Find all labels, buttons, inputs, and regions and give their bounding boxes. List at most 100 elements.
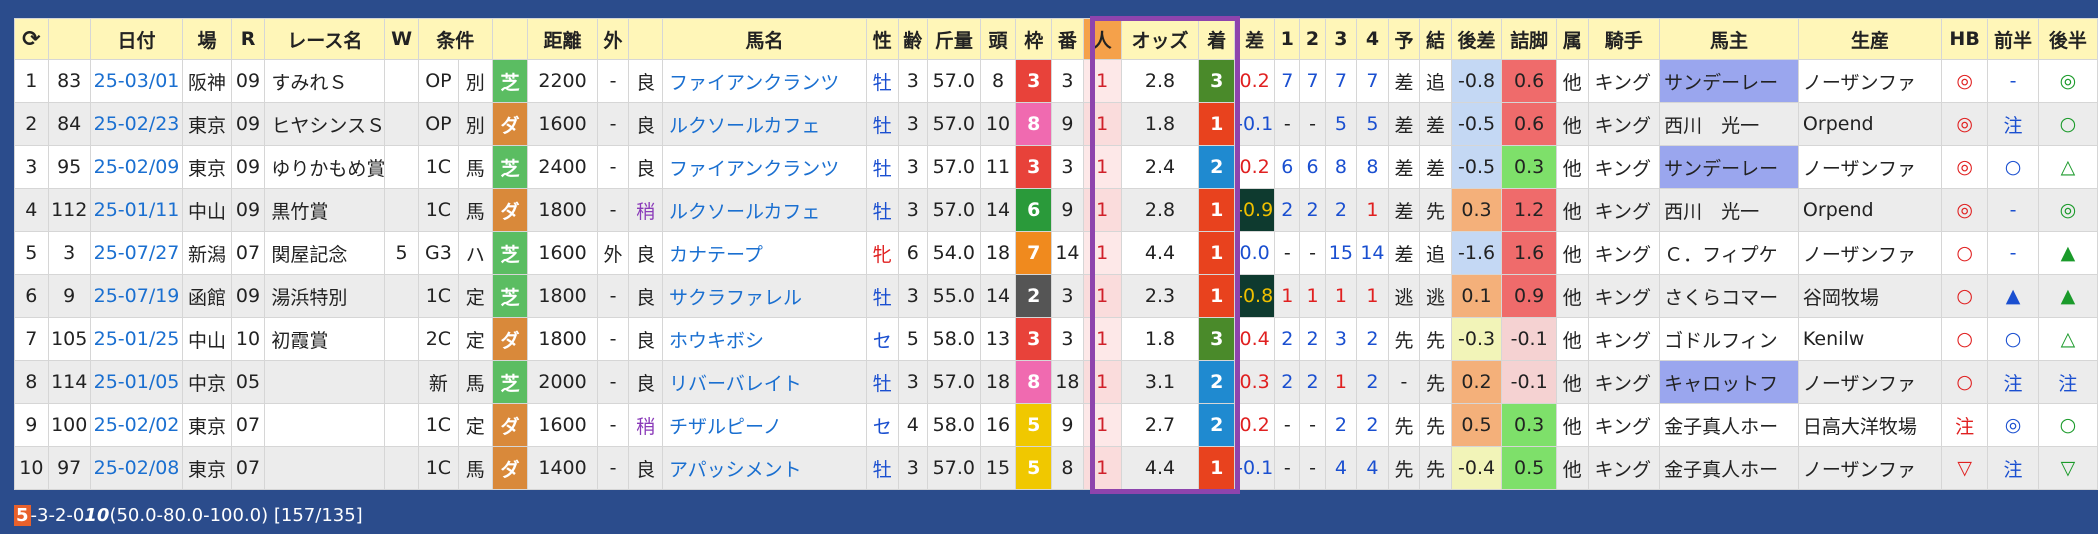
jockey[interactable]: キング bbox=[1587, 102, 1661, 146]
owner[interactable]: サンデーレー bbox=[1659, 145, 1799, 189]
owner[interactable]: 西川 光一 bbox=[1659, 102, 1799, 146]
col-second-half[interactable]: 後半 bbox=[2037, 18, 2098, 60]
col-heads[interactable]: 頭 bbox=[979, 18, 1017, 60]
col-corner-3[interactable]: 3 bbox=[1324, 18, 1358, 60]
col-corner-4[interactable]: 4 bbox=[1356, 18, 1389, 60]
table-row[interactable]: 3 95 25-02/09 東京 09 ゆりかもめ賞 1C 馬芝 2400- 良ファイアンクランツ… bbox=[14, 145, 2098, 189]
jockey[interactable]: キング bbox=[1587, 188, 1661, 232]
col-place[interactable]: 場 bbox=[182, 18, 232, 60]
owner[interactable]: 西川 光一 bbox=[1659, 188, 1799, 232]
race-date[interactable]: 25-02/08 bbox=[89, 446, 184, 490]
col-sex[interactable]: 性 bbox=[866, 18, 899, 60]
table-row[interactable]: 2 84 25-02/23 東京 09 ヒヤシンスＳ OP 別ダ 1600- 良ルクソールカフェ牡… bbox=[14, 102, 2098, 146]
col-popularity[interactable]: 人 bbox=[1082, 18, 1122, 60]
col-condition[interactable]: 条件 bbox=[417, 18, 493, 60]
owner[interactable]: Ｃ．フィプケ bbox=[1659, 231, 1799, 275]
table-row[interactable]: 7 105 25-01/25 中山 10 初霞賞 2C 定ダ 1800- 良ホウキボシセ 5 58.0… bbox=[14, 317, 2098, 361]
col-age[interactable]: 齢 bbox=[897, 18, 929, 60]
col-affiliation[interactable]: 属 bbox=[1555, 18, 1589, 60]
col-race-name[interactable]: レース名 bbox=[264, 18, 386, 60]
owner[interactable]: 金子真人ホー bbox=[1659, 446, 1799, 490]
col-closing[interactable]: 詰脚 bbox=[1501, 18, 1557, 60]
race-name[interactable]: 関屋記念 bbox=[264, 231, 386, 275]
horse-name[interactable]: アパッシメント bbox=[661, 446, 868, 490]
col-diff[interactable]: 差 bbox=[1234, 18, 1276, 60]
refresh-icon[interactable]: ⟳ bbox=[14, 18, 49, 60]
horse-name[interactable]: ファイアンクランツ bbox=[661, 59, 868, 103]
col-prediction[interactable]: 予 bbox=[1387, 18, 1421, 60]
col-odds[interactable]: オッズ bbox=[1120, 18, 1200, 60]
jockey[interactable]: キング bbox=[1587, 274, 1661, 318]
race-name[interactable]: 黒竹賞 bbox=[264, 188, 386, 232]
owner[interactable]: 金子真人ホー bbox=[1659, 403, 1799, 447]
race-name[interactable] bbox=[264, 403, 386, 447]
corner-4: 2 bbox=[1356, 403, 1389, 447]
table-row[interactable]: 6 9 25-07/19 函館 09 湯浜特別 1C 定芝 1800- 良サクラファレル牡 3 55.… bbox=[14, 274, 2098, 318]
horse-name[interactable]: リバーバレイト bbox=[661, 360, 868, 404]
col-date[interactable]: 日付 bbox=[89, 18, 184, 60]
col-waku[interactable]: 枠 bbox=[1015, 18, 1053, 60]
jockey[interactable]: キング bbox=[1587, 231, 1661, 275]
col-outer[interactable]: 外 bbox=[596, 18, 630, 60]
table-row[interactable]: 9 100 25-02/02 東京 07 1C 定ダ 1600- 稍チザルピーノセ 4 58.0 16… bbox=[14, 403, 2098, 447]
owner[interactable]: ゴドルフィン bbox=[1659, 317, 1799, 361]
owner[interactable]: さくらコマー bbox=[1659, 274, 1799, 318]
race-date[interactable]: 25-02/09 bbox=[89, 145, 184, 189]
table-row[interactable]: 5 3 25-07/27 新潟 07 関屋記念 5 G3 ハ芝 1600 外良カナテープ牝 6 54.0… bbox=[14, 231, 2098, 275]
race-name[interactable]: 湯浜特別 bbox=[264, 274, 386, 318]
table-row[interactable]: 10 97 25-02/08 東京 07 1C 馬ダ 1400- 良アパッシメント牡 3 57.0 1… bbox=[14, 446, 2098, 490]
table-row[interactable]: 8 114 25-01/05 中京 05 新馬芝 2000- 良リバーバレイト牡 3 57.0 18… bbox=[14, 360, 2098, 404]
horse-name[interactable]: カナテープ bbox=[661, 231, 868, 275]
jockey[interactable]: キング bbox=[1587, 59, 1661, 103]
race-name[interactable]: ヒヤシンスＳ bbox=[264, 102, 386, 146]
col-corner-1[interactable]: 1 bbox=[1274, 18, 1301, 60]
col-weight-cond[interactable]: W bbox=[384, 18, 419, 60]
race-name[interactable]: ゆりかもめ賞 bbox=[264, 145, 386, 189]
jockey[interactable]: キング bbox=[1587, 145, 1661, 189]
col-breeder[interactable]: 生産 bbox=[1797, 18, 1942, 60]
col-kinryo[interactable]: 斤量 bbox=[927, 18, 981, 60]
weight-cond: 5 bbox=[384, 231, 419, 275]
owner[interactable]: サンデーレー bbox=[1659, 59, 1799, 103]
horse-name[interactable]: ファイアンクランツ bbox=[661, 145, 868, 189]
race-name[interactable] bbox=[264, 446, 386, 490]
col-owner[interactable]: 馬主 bbox=[1659, 18, 1799, 60]
col-horse[interactable]: 馬名 bbox=[661, 18, 868, 60]
col-distance[interactable]: 距離 bbox=[527, 18, 598, 60]
race-number: 10 bbox=[230, 317, 266, 361]
col-hb[interactable]: HB bbox=[1940, 18, 1989, 60]
race-date[interactable]: 25-01/11 bbox=[89, 188, 184, 232]
horse-name[interactable]: ホウキボシ bbox=[661, 317, 868, 361]
horse-name[interactable]: ルクソールカフェ bbox=[661, 188, 868, 232]
race-date[interactable]: 25-02/23 bbox=[89, 102, 184, 146]
col-jockey[interactable]: 騎手 bbox=[1587, 18, 1661, 60]
race-name[interactable]: すみれＳ bbox=[264, 59, 386, 103]
owner[interactable]: キャロットフ bbox=[1659, 360, 1799, 404]
jockey[interactable]: キング bbox=[1587, 317, 1661, 361]
race-date[interactable]: 25-07/27 bbox=[89, 231, 184, 275]
race-date[interactable]: 25-02/02 bbox=[89, 403, 184, 447]
table-row[interactable]: 4 112 25-01/11 中山 09 黒竹賞 1C 馬ダ 1800- 稍ルクソールカフェ牡 3 5… bbox=[14, 188, 2098, 232]
race-date[interactable]: 25-03/01 bbox=[89, 59, 184, 103]
col-finish[interactable]: 着 bbox=[1198, 18, 1236, 60]
horse-name[interactable]: チザルピーノ bbox=[661, 403, 868, 447]
jockey[interactable]: キング bbox=[1587, 403, 1661, 447]
jockey[interactable]: キング bbox=[1587, 446, 1661, 490]
race-date[interactable]: 25-01/05 bbox=[89, 360, 184, 404]
race-name[interactable]: 初霞賞 bbox=[264, 317, 386, 361]
col-corner-2[interactable]: 2 bbox=[1299, 18, 1326, 60]
race-date[interactable]: 25-01/25 bbox=[89, 317, 184, 361]
col-race-no[interactable]: R bbox=[230, 18, 266, 60]
col-result[interactable]: 結 bbox=[1419, 18, 1452, 60]
race-date[interactable]: 25-07/19 bbox=[89, 274, 184, 318]
col-first-half[interactable]: 前半 bbox=[1987, 18, 2039, 60]
jockey[interactable]: キング bbox=[1587, 360, 1661, 404]
horse-name[interactable]: ルクソールカフェ bbox=[661, 102, 868, 146]
race-name[interactable] bbox=[264, 360, 386, 404]
col-late-diff[interactable]: 後差 bbox=[1450, 18, 1503, 60]
col-ban[interactable]: 番 bbox=[1051, 18, 1084, 60]
age: 4 bbox=[897, 403, 929, 447]
table-row[interactable]: 1 83 25-03/01 阪神 09 すみれＳ OP 別芝 2200- 良ファイアンクランツ牡 3… bbox=[14, 59, 2098, 103]
horse-name[interactable]: サクラファレル bbox=[661, 274, 868, 318]
age: 3 bbox=[897, 360, 929, 404]
